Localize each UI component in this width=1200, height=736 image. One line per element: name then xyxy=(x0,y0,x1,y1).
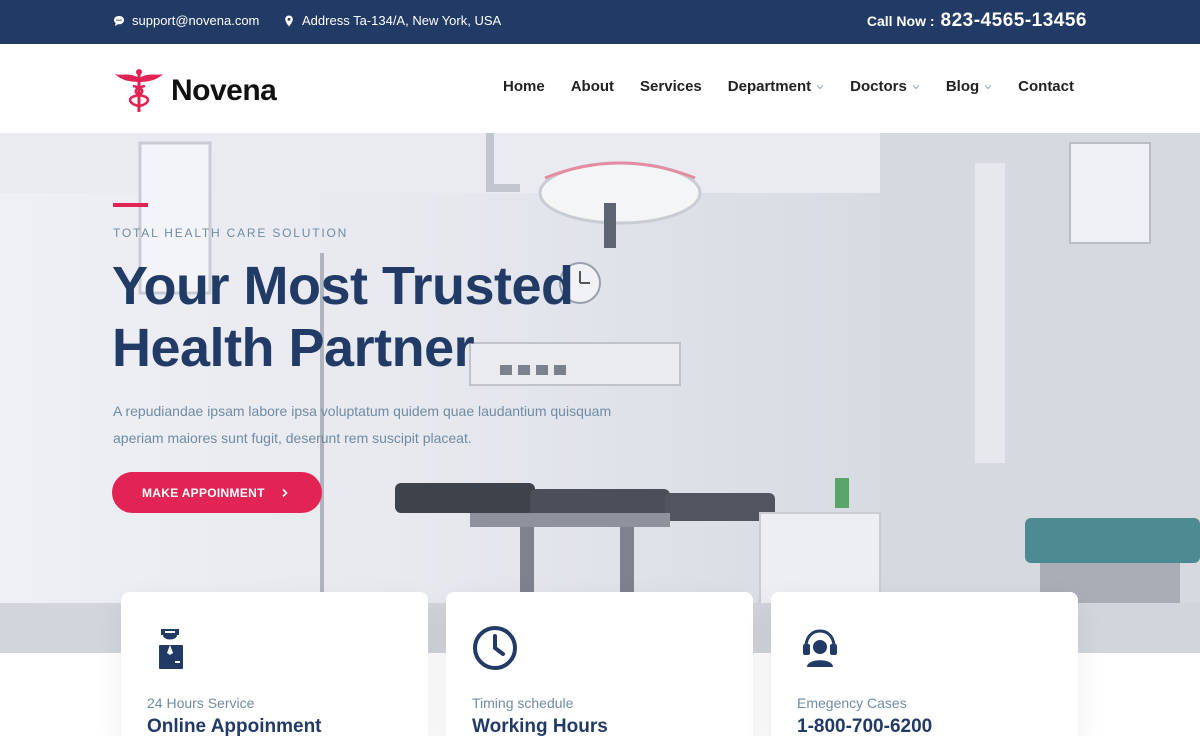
feature-label: 24 Hours Service xyxy=(147,695,255,711)
main-nav: Home About Services Department Doctors B… xyxy=(503,78,1074,95)
topbar-call[interactable]: Call Now : 823-4565-13456 xyxy=(867,10,1087,32)
feature-card-emergency[interactable]: Emegency Cases 1-800-700-6200 xyxy=(771,592,1078,736)
nav-services[interactable]: Services xyxy=(640,78,702,95)
chat-bubble-icon xyxy=(114,15,124,26)
make-appointment-button[interactable]: MAKE APPOINMENT xyxy=(112,472,322,513)
feature-title: Working Hours xyxy=(472,716,608,736)
hero-background-image xyxy=(0,133,1200,653)
nav-home[interactable]: Home xyxy=(503,78,545,95)
logo[interactable]: Novena xyxy=(113,68,277,114)
topbar-email[interactable]: support@novena.com xyxy=(113,13,259,28)
nav-services-label: Services xyxy=(640,78,702,95)
chevron-down-icon xyxy=(912,84,920,89)
nav-contact[interactable]: Contact xyxy=(1018,78,1074,95)
nav-blog[interactable]: Blog xyxy=(946,78,992,95)
feature-title: Online Appoinment xyxy=(147,716,322,736)
feature-card-working-hours[interactable]: Timing schedule Working Hours xyxy=(446,592,753,736)
hero-title: Your Most Trusted Health Partner xyxy=(112,256,574,378)
top-bar: support@novena.com Address Ta-134/A, New… xyxy=(0,0,1200,44)
map-marker-icon xyxy=(285,15,293,26)
nav-department-label: Department xyxy=(727,78,812,95)
call-label: Call Now : xyxy=(866,13,935,29)
nav-about[interactable]: About xyxy=(571,78,614,95)
headset-icon xyxy=(803,629,837,667)
chevron-right-icon xyxy=(282,488,288,497)
caduceus-icon xyxy=(115,69,163,112)
logo-text: Novena xyxy=(171,74,277,107)
email-text[interactable]: support@novena.com xyxy=(132,13,259,28)
chevron-down-icon xyxy=(816,84,824,89)
cta-label: MAKE APPOINMENT xyxy=(142,485,265,500)
nav-doctors-label: Doctors xyxy=(850,78,907,95)
address-text: Address Ta-134/A, New York, USA xyxy=(302,13,502,28)
topbar-address: Address Ta-134/A, New York, USA xyxy=(283,13,501,28)
feature-label: Timing schedule xyxy=(472,695,574,711)
nav-home-label: Home xyxy=(503,78,545,95)
call-number[interactable]: 823-4565-13456 xyxy=(941,10,1087,32)
hero-description: A repudiandae ipsam labore ipsa voluptat… xyxy=(113,403,612,446)
chevron-down-icon xyxy=(984,84,992,89)
hero-section: TOTAL HEALTH CARE SOLUTION Your Most Tru… xyxy=(0,133,1200,653)
nav-doctors[interactable]: Doctors xyxy=(850,78,920,95)
nav-department[interactable]: Department xyxy=(728,78,824,95)
feature-label: Emegency Cases xyxy=(797,695,907,711)
hero-accent-bar xyxy=(113,203,148,207)
main-header: Novena Home About Services Department Do… xyxy=(0,44,1200,133)
feature-card-online-appointment[interactable]: 24 Hours Service Online Appoinment xyxy=(121,592,428,736)
nav-blog-label: Blog xyxy=(945,78,980,95)
clock-icon xyxy=(473,626,517,670)
nav-contact-label: Contact xyxy=(1018,78,1074,95)
feature-title: 1-800-700-6200 xyxy=(797,716,933,736)
nav-about-label: About xyxy=(570,78,615,95)
doctor-icon xyxy=(159,629,183,669)
hero-subtitle: TOTAL HEALTH CARE SOLUTION xyxy=(113,226,349,240)
